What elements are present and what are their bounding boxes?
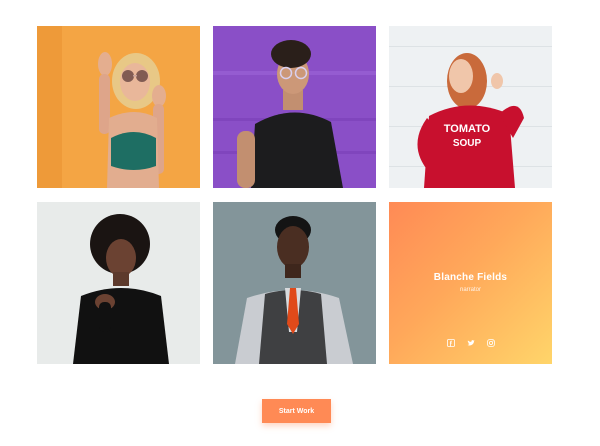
woman-with-sunglasses-photo xyxy=(37,26,200,188)
facebook-icon[interactable] xyxy=(446,339,455,347)
profile-card: Blanche Fields narrator xyxy=(389,202,552,364)
twitter-icon[interactable] xyxy=(467,339,475,347)
team-gallery: TOMATO SOUP Blanche Fields narrator xyxy=(37,26,553,364)
instagram-icon[interactable] xyxy=(486,339,495,347)
social-links xyxy=(389,339,552,347)
photo-card-3[interactable]: TOMATO SOUP xyxy=(389,26,552,188)
photo-card-5[interactable] xyxy=(213,202,376,364)
photo-card-1[interactable] xyxy=(37,26,200,188)
sweater-text-soup: SOUP xyxy=(453,138,482,149)
sweater-text-tomato: TOMATO xyxy=(444,123,491,135)
photo-card-2[interactable] xyxy=(213,26,376,188)
woman-red-sweater-photo: TOMATO SOUP xyxy=(389,26,552,188)
man-vest-tie-photo xyxy=(213,202,376,364)
woman-black-top-photo xyxy=(37,202,200,364)
profile-name: Blanche Fields xyxy=(433,272,508,283)
man-with-glasses-photo xyxy=(213,26,376,188)
profile-role: narrator xyxy=(459,287,481,293)
start-work-button[interactable]: Start Work xyxy=(262,399,331,423)
photo-card-4[interactable] xyxy=(37,202,200,364)
